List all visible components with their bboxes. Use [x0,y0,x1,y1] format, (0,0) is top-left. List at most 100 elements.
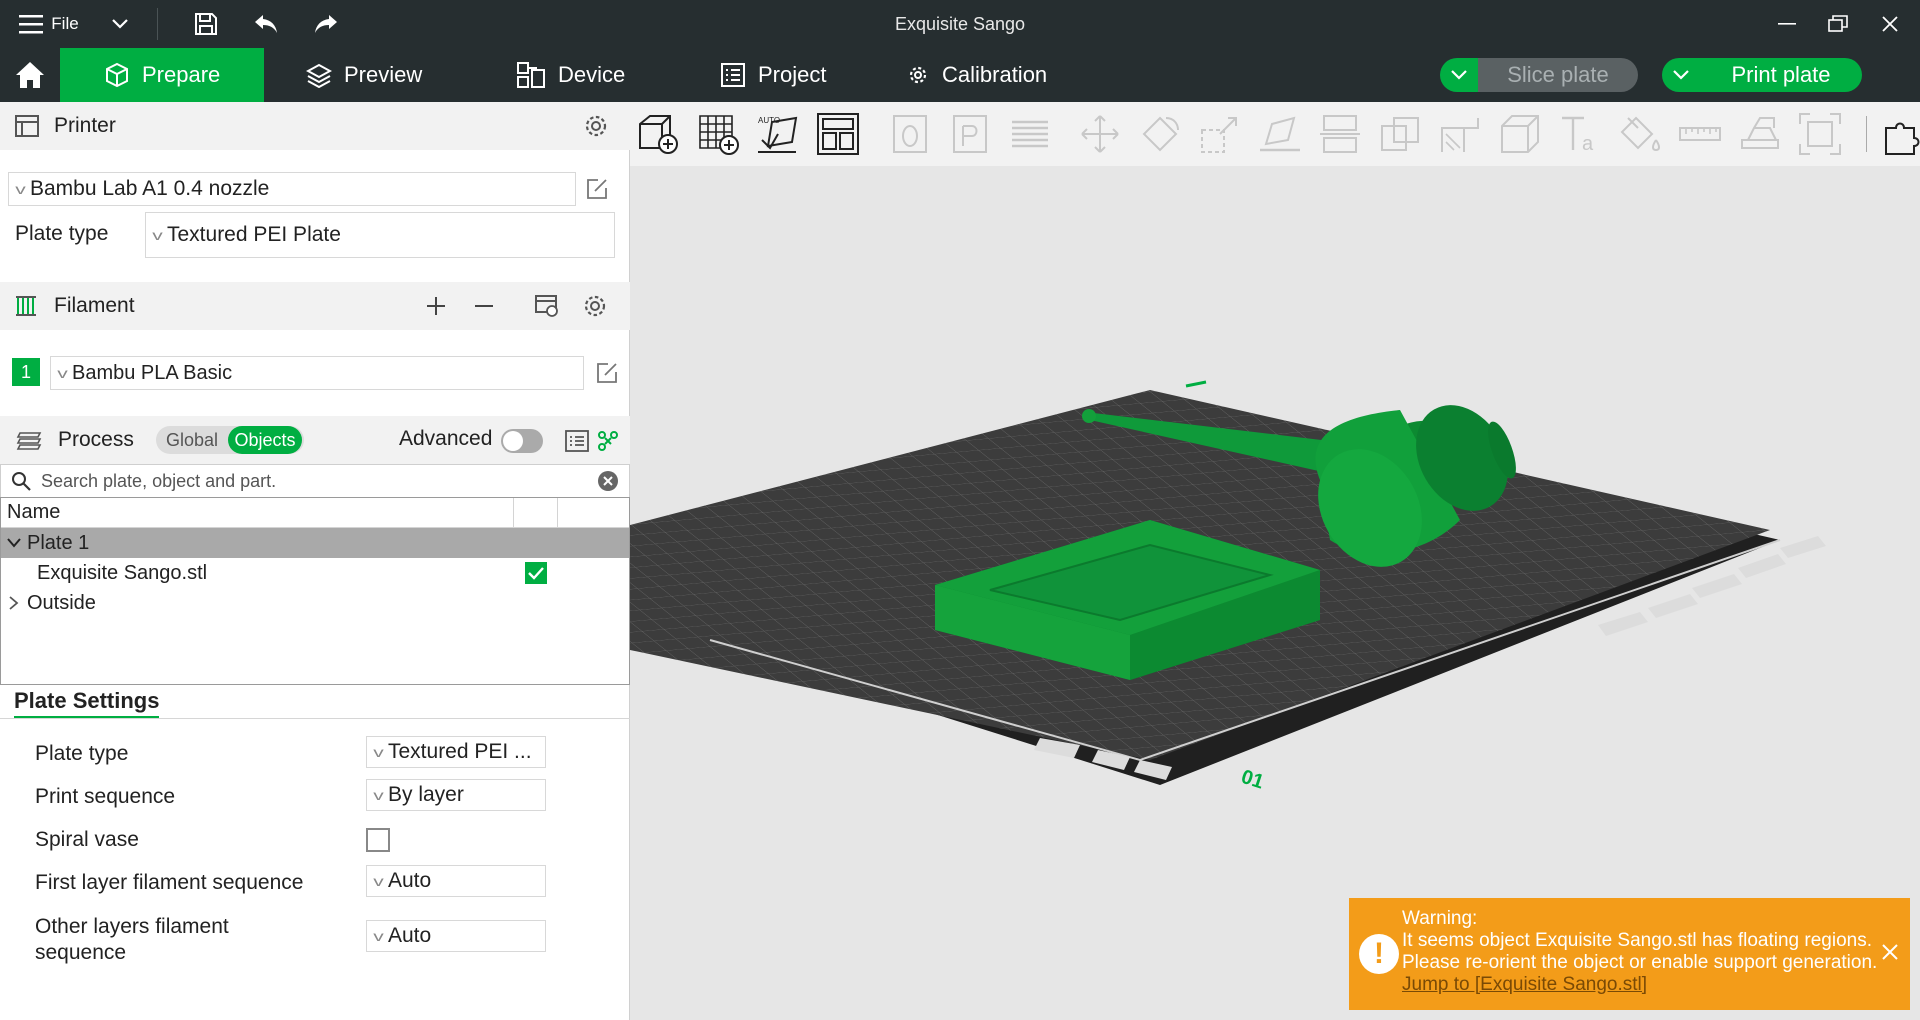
search-icon [12,472,31,491]
plate-settings-tab[interactable]: Plate Settings [14,688,160,719]
object-search[interactable]: Search plate, object and part. [0,464,630,498]
chevron-right-icon[interactable] [9,596,19,610]
layers-editing-button[interactable] [1006,110,1054,158]
other-layers-sequence-select[interactable]: v Auto [366,920,546,952]
edit-printer-button[interactable] [582,174,612,204]
save-icon [195,13,217,35]
object-row[interactable]: Exquisite Sango.stl [1,558,629,588]
advanced-label: Advanced [399,427,493,450]
print-options-button[interactable] [1662,58,1700,92]
more-tools-button[interactable] [1880,110,1920,158]
chevron-down-icon[interactable] [7,538,21,548]
tab-calibration[interactable]: Calibration [906,48,1047,102]
redo-button[interactable] [310,0,342,48]
tab-project[interactable]: Project [720,48,826,102]
slice-plate-group: Slice plate [1440,58,1638,92]
plate-label: Plate 1 [27,531,90,554]
printer-section-label: Printer [54,114,116,137]
compare-icon [598,431,618,451]
print-sequence-select[interactable]: v By layer [366,779,546,811]
move-icon [1081,115,1119,153]
filament-select[interactable]: v Bambu PLA Basic [50,356,584,390]
minimize-button[interactable] [1775,0,1799,48]
restore-icon [1828,15,1848,32]
clear-search-icon[interactable] [597,470,619,492]
print-sequence-label: Print sequence [35,785,176,808]
arrange-button[interactable] [814,110,862,158]
viewport-toolbar: AUTO a [630,102,1920,166]
printer-settings-button[interactable] [582,112,610,140]
scale-button[interactable] [1196,110,1244,158]
lay-on-face-button[interactable] [1256,110,1304,158]
object-label: Exquisite Sango.stl [37,561,208,584]
measure-button[interactable] [1676,110,1724,158]
filament-settings-button[interactable] [581,292,609,320]
split-objects-button[interactable] [886,110,934,158]
seam-painting-button[interactable] [1496,110,1544,158]
outside-row[interactable]: Outside [1,588,629,618]
menu-dropdown-button[interactable] [108,0,132,48]
chevron-down-icon: v [57,365,68,381]
column-divider [557,498,558,528]
restore-button[interactable] [1825,0,1851,48]
tab-device[interactable]: Device [516,48,625,102]
save-button[interactable] [190,0,222,48]
assembly-icon [1741,117,1779,149]
file-menu-label: File [51,14,79,33]
chevron-down-icon: v [373,744,384,760]
chevron-down-icon: v [152,227,163,243]
global-toggle-option[interactable]: Global [156,430,228,451]
paint-bucket-icon [1620,116,1660,152]
process-list-button[interactable] [564,428,590,454]
sync-filament-button[interactable] [532,292,562,320]
file-menu[interactable]: File [14,0,84,48]
add-filament-button[interactable] [422,292,450,320]
plate-type-select[interactable]: v Textured PEI Plate [145,212,615,258]
jump-to-object-link[interactable]: Jump to [Exquisite Sango.stl] [1402,974,1647,995]
first-layer-sequence-select[interactable]: v Auto [366,865,546,897]
object-visible-checkbox[interactable] [525,562,547,584]
hamburger-icon [19,15,44,34]
remove-filament-button[interactable] [470,292,498,320]
fit-view-button[interactable] [1796,110,1844,158]
fit-view-icon [1799,113,1841,155]
add-object-button[interactable] [634,110,682,158]
build-plate-scene[interactable]: 01 [630,166,1920,1020]
home-button[interactable] [0,48,60,102]
search-input[interactable]: Search plate, object and part. [41,471,276,492]
print-plate-button[interactable]: Print plate [1700,58,1862,92]
slice-plate-button[interactable]: Slice plate [1478,58,1638,92]
cut-button[interactable] [1316,110,1364,158]
edit-filament-button[interactable] [592,358,622,388]
add-plate-button[interactable] [694,110,742,158]
close-window-button[interactable] [1878,0,1902,48]
process-compare-button[interactable] [596,428,620,454]
boolean-button[interactable] [1376,110,1424,158]
undo-button[interactable] [250,0,282,48]
minimize-icon [1778,23,1796,25]
move-button[interactable] [1076,110,1124,158]
color-painting-button[interactable] [1616,110,1664,158]
3d-viewport[interactable]: 01 [630,166,1920,1020]
printer-icon [15,115,39,137]
support-painting-button[interactable] [1436,110,1484,158]
list-icon [565,430,589,452]
filament-slot-badge[interactable]: 1 [12,358,40,386]
tab-preview[interactable]: Preview [306,48,422,102]
auto-orient-button[interactable]: AUTO [754,110,802,158]
tab-prepare[interactable]: Prepare [60,48,264,102]
svg-text:a: a [1582,133,1594,155]
assembly-button[interactable] [1736,110,1784,158]
slice-options-button[interactable] [1440,58,1478,92]
printer-select[interactable]: v Bambu Lab A1 0.4 nozzle [8,172,576,206]
close-warning-button[interactable] [1882,942,1898,964]
plate-type-setting-select[interactable]: v Textured PEI ... [366,736,546,768]
rotate-button[interactable] [1136,110,1184,158]
chevron-down-icon [112,19,128,29]
split-parts-button[interactable] [946,110,994,158]
advanced-switch[interactable] [501,429,543,453]
text-button[interactable]: a [1556,110,1604,158]
spiral-vase-checkbox[interactable] [366,828,390,852]
plate-row[interactable]: Plate 1 [1,528,629,558]
objects-toggle-option[interactable]: Objects [228,426,302,454]
